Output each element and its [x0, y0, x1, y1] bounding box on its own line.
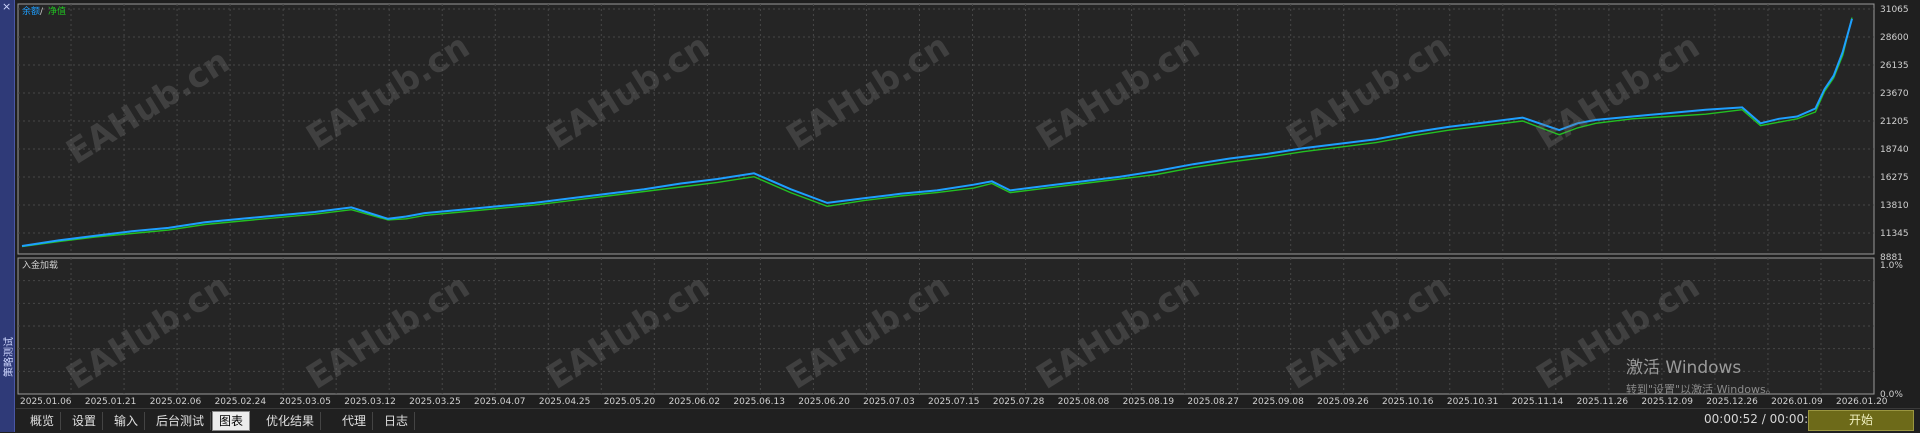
tester-sidebar: × 策略测试 [0, 0, 15, 432]
x-tick-label: 2025.08.19 [1123, 397, 1175, 407]
y-tick-label: 28600 [1880, 33, 1909, 43]
legend-equity: 净值 [48, 5, 66, 17]
x-tick-label: 2025.11.26 [1577, 397, 1629, 407]
y-tick-label: 26135 [1880, 61, 1909, 71]
tab-optimization-results[interactable]: 优化结果 [260, 412, 322, 430]
x-tick-label: 2025.09.08 [1252, 397, 1304, 407]
tab-graph[interactable]: 图表 [212, 411, 251, 431]
tab-journal[interactable]: 日志 [378, 412, 416, 430]
x-tick-label: 2025.10.31 [1447, 397, 1499, 407]
y-tick-label: 18740 [1880, 145, 1909, 155]
chart-area: 31065 28600 26135 23670 21205 18740 16275 13810… [16, 0, 1920, 408]
x-tick-label: 2025.05.20 [604, 397, 656, 407]
y-tick-label: 11345 [1880, 229, 1909, 239]
elapsed-timer: 00:00:52 / 00:00:52 [1704, 412, 1824, 426]
x-tick-label: 2026.01.20 [1836, 397, 1888, 407]
x-tick-label: 2025.07.03 [863, 397, 915, 407]
activation-title: 激活 Windows [1626, 358, 1741, 378]
tab-agents[interactable]: 代理 [336, 412, 374, 430]
x-tick-label: 2025.09.26 [1317, 397, 1369, 407]
y-tick-label: 23670 [1880, 89, 1909, 99]
x-tick-label: 2025.03.05 [279, 397, 331, 407]
x-tick-label: 2025.08.08 [1058, 397, 1110, 407]
x-tick-label: 2025.07.28 [993, 397, 1045, 407]
legend-balance: 余额 [22, 5, 40, 17]
x-tick-label: 2025.02.24 [215, 397, 267, 407]
start-button[interactable]: 开始 [1808, 410, 1914, 431]
tab-settings[interactable]: 设置 [66, 412, 104, 430]
tester-tabs: 概览 设置 输入 后台测试 图表 优化结果 代理 日志 [16, 408, 1920, 433]
x-tick-label: 2025.12.09 [1641, 397, 1693, 407]
x-tick-label: 2025.01.21 [85, 397, 137, 407]
chart-svg: 31065 28600 26135 23670 21205 18740 16275 13810… [17, 3, 1909, 407]
x-tick-label: 2025.04.07 [474, 397, 526, 407]
x-tick-label: 2025.06.13 [733, 397, 785, 407]
x-tick-label: 2025.06.02 [669, 397, 721, 407]
tab-backtest[interactable]: 后台测试 [150, 412, 212, 430]
close-icon[interactable]: × [2, 1, 11, 12]
x-tick-label: 2026.01.09 [1771, 397, 1823, 407]
y-tick-label: 31065 [1880, 5, 1909, 15]
bottom-panel-label: 入金加载 [22, 259, 58, 271]
x-tick-label: 2025.03.12 [344, 397, 396, 407]
x-tick-label: 2025.04.25 [539, 397, 591, 407]
tab-overview[interactable]: 概览 [24, 412, 62, 430]
y-tick-label: 21205 [1880, 117, 1909, 127]
x-tick-label: 2025.06.20 [798, 397, 850, 407]
x-tick-label: 2025.12.26 [1706, 397, 1758, 407]
x-tick-label: 2025.01.06 [20, 397, 72, 407]
y-tick-label: 16275 [1880, 173, 1909, 183]
bottom-y-tick: 1.0% [1880, 261, 1903, 271]
strategy-tester-label: 策略测试 [4, 337, 15, 377]
tab-inputs[interactable]: 输入 [108, 412, 146, 430]
x-tick-label: 2025.07.15 [928, 397, 980, 407]
x-tick-label: 2025.02.06 [150, 397, 202, 407]
x-tick-label: 2025.03.25 [409, 397, 461, 407]
y-tick-label: 13810 [1880, 201, 1909, 211]
x-tick-label: 2025.10.16 [1382, 397, 1434, 407]
x-tick-label: 2025.08.27 [1187, 397, 1239, 407]
x-tick-label: 2025.11.14 [1512, 397, 1564, 407]
activation-subtitle: 转到"设置"以激活 Windows。 [1626, 382, 1777, 396]
